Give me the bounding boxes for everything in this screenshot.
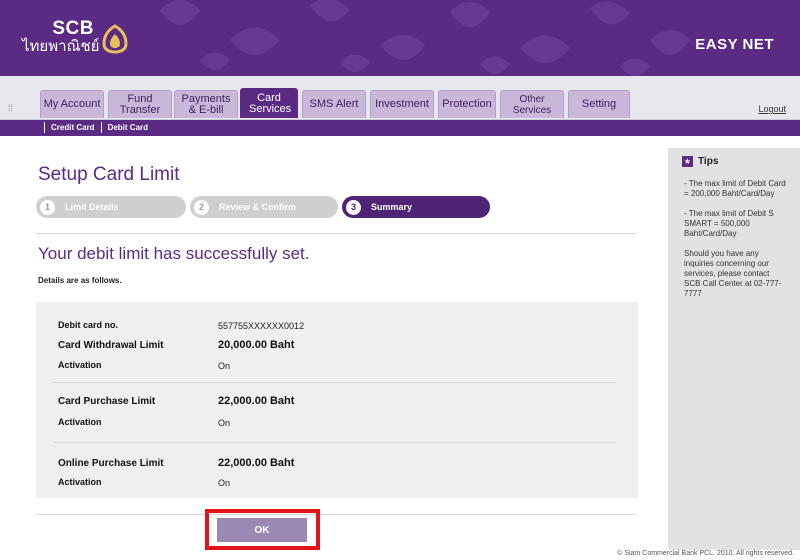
- tab-payments[interactable]: Payments & E-bill: [174, 90, 238, 118]
- withdrawal-value: 20,000.00 Baht: [218, 339, 295, 351]
- details-panel: Debit card no. 557755XXXXXX0012 Card Wit…: [36, 302, 638, 498]
- online-activation-label: Activation: [58, 477, 102, 487]
- tab-fund-transfer[interactable]: Fund Transfer: [108, 90, 172, 118]
- purchase-activation-label: Activation: [58, 417, 102, 427]
- scb-emblem-icon: [102, 24, 128, 54]
- scb-logo[interactable]: SCB ไทยพาณิชย์: [22, 18, 100, 55]
- tab-card-services[interactable]: Card Services: [240, 88, 298, 118]
- tab-other-services[interactable]: Other Services: [500, 90, 564, 118]
- subnav-credit-card[interactable]: Credit Card: [44, 122, 101, 133]
- tab-investment[interactable]: Investment: [370, 90, 434, 118]
- divider: [36, 233, 636, 234]
- success-message: Your debit limit has successfully set.: [38, 244, 310, 263]
- tips-heading: ★ Tips: [682, 156, 719, 167]
- withdrawal-activation-label: Activation: [58, 360, 102, 370]
- logout-link[interactable]: Logout: [758, 104, 786, 114]
- divider: [54, 442, 616, 443]
- copyright: © Siam Commercial Bank PCL. 2010. All ri…: [617, 550, 794, 557]
- brand-thai: ไทยพาณิชย์: [22, 38, 100, 55]
- online-activation-value: On: [218, 478, 231, 488]
- details-note: Details are as follows.: [38, 276, 122, 285]
- product-name: EASY NET: [695, 36, 774, 53]
- purchase-value: 22,000.00 Baht: [218, 395, 295, 407]
- star-icon: ★: [682, 156, 693, 167]
- brand-name: SCB: [52, 18, 94, 39]
- online-value: 22,000.00 Baht: [218, 457, 295, 469]
- tips-panel: ★ Tips - The max limit of Debit Card = 2…: [668, 148, 800, 550]
- ok-button[interactable]: OK: [217, 518, 307, 542]
- decorative-pattern: [160, 0, 690, 76]
- divider: [36, 514, 636, 515]
- progress-steps: 1 Limit Details 2 Review & Confirm 3 Sum…: [36, 196, 496, 220]
- sub-nav: Credit Card Debit Card: [0, 120, 800, 136]
- step-review-confirm: 2 Review & Confirm: [190, 196, 338, 218]
- card-no-label: Debit card no.: [58, 320, 119, 330]
- subnav-debit-card[interactable]: Debit Card: [100, 122, 154, 133]
- withdrawal-activation-value: On: [218, 361, 231, 371]
- step-summary: 3 Summary: [342, 196, 490, 218]
- step-limit-details: 1 Limit Details: [36, 196, 186, 218]
- tip-item: - The max limit of Debit S SMART = 500,0…: [684, 209, 774, 238]
- tab-my-account[interactable]: My Account: [40, 90, 104, 118]
- tab-setting[interactable]: Setting: [568, 90, 630, 118]
- withdrawal-label: Card Withdrawal Limit: [58, 340, 164, 351]
- purchase-label: Card Purchase Limit: [58, 396, 156, 407]
- tab-sms-alert[interactable]: SMS Alert: [302, 90, 366, 118]
- tip-item: - The max limit of Debit Card = 200,000 …: [684, 179, 786, 198]
- purchase-activation-value: On: [218, 418, 231, 428]
- header-banner: SCB ไทยพาณิชย์ EASY NET: [0, 0, 800, 76]
- tab-protection[interactable]: Protection: [438, 90, 496, 118]
- online-label: Online Purchase Limit: [58, 458, 164, 469]
- card-no-value: 557755XXXXXX0012: [218, 321, 305, 331]
- grip-icon: ⁞⁞: [8, 103, 14, 113]
- page-title: Setup Card Limit: [38, 164, 180, 185]
- divider: [54, 382, 616, 383]
- tip-item: Should you have any inquiries concerning…: [684, 249, 782, 298]
